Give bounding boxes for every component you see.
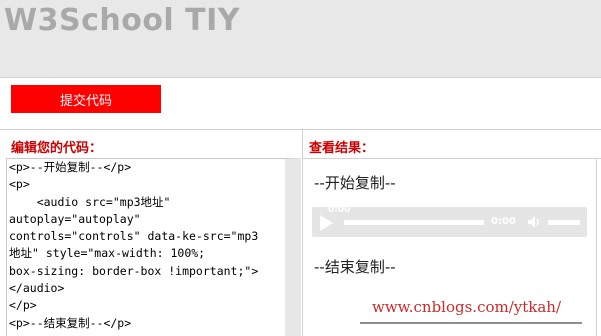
code-text[interactable]: <p>--开始复制--</p> <p> <audio src="mp3地址" a…	[7, 159, 285, 332]
watermark-text: www.cnblogs.com/ytkah/	[372, 298, 562, 316]
current-time: 0:00	[328, 205, 351, 215]
editor-heading: 编辑您的代码：	[11, 141, 103, 156]
editor-scrollbar-thumb[interactable]	[287, 163, 299, 253]
volume-slider[interactable]	[548, 220, 580, 225]
result-heading: 查看结果：	[309, 141, 375, 156]
submit-code-button[interactable]: 提交代码	[11, 85, 161, 113]
watermark-underline	[360, 322, 582, 324]
result-frame-top	[302, 158, 601, 159]
panel-divider	[302, 130, 303, 336]
duration-time: 0:00	[491, 216, 516, 227]
toolbar: 提交代码	[0, 78, 601, 130]
result-end-text: --结束复制--	[314, 258, 396, 276]
app-title: W3School TIY	[4, 3, 241, 38]
progress-track[interactable]	[344, 220, 484, 225]
volume-icon[interactable]	[526, 214, 542, 230]
result-frame-right	[596, 158, 597, 336]
result-start-text: --开始复制--	[314, 174, 396, 192]
code-editor[interactable]: <p>--开始复制--</p> <p> <audio src="mp3地址" a…	[6, 158, 301, 336]
play-icon[interactable]	[320, 215, 333, 231]
header-bar: W3School TIY	[0, 0, 601, 78]
audio-player[interactable]: 0:00 0:00	[312, 205, 587, 237]
